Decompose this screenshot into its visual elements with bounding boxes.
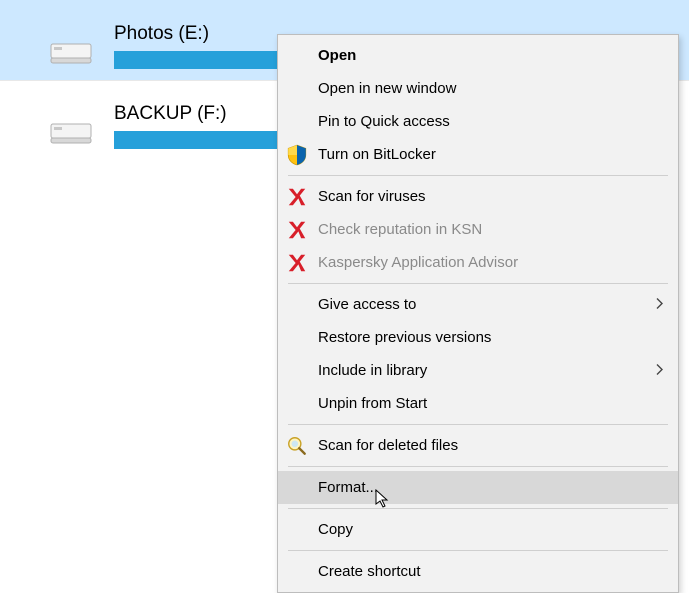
context-menu: Open Open in new window Pin to Quick acc… <box>277 34 679 593</box>
menu-item-open-new-window[interactable]: Open in new window <box>278 72 678 105</box>
menu-item-restore-versions[interactable]: Restore previous versions <box>278 321 678 354</box>
menu-item-open[interactable]: Open <box>278 39 678 72</box>
menu-label: Kaspersky Application Advisor <box>318 254 662 271</box>
menu-item-kaspersky-advisor: Kaspersky Application Advisor <box>278 246 678 279</box>
shield-icon <box>286 144 308 166</box>
menu-label: Restore previous versions <box>318 329 662 346</box>
menu-separator <box>288 466 668 467</box>
menu-item-pin-quick-access[interactable]: Pin to Quick access <box>278 105 678 138</box>
menu-item-copy[interactable]: Copy <box>278 513 678 546</box>
drive-icon <box>50 117 92 145</box>
menu-item-create-shortcut[interactable]: Create shortcut <box>278 555 678 588</box>
drive-icon <box>50 37 92 65</box>
blank-icon <box>286 294 308 316</box>
blank-icon <box>286 561 308 583</box>
blank-icon <box>286 477 308 499</box>
menu-label: Scan for deleted files <box>318 437 662 454</box>
menu-separator <box>288 175 668 176</box>
blank-icon <box>286 393 308 415</box>
menu-item-bitlocker[interactable]: Turn on BitLocker <box>278 138 678 171</box>
menu-label: Unpin from Start <box>318 395 662 412</box>
menu-label: Open <box>318 47 662 64</box>
menu-item-format[interactable]: Format... <box>278 471 678 504</box>
menu-label: Open in new window <box>318 80 662 97</box>
kaspersky-icon <box>286 186 308 208</box>
kaspersky-icon <box>286 219 308 241</box>
menu-separator <box>288 283 668 284</box>
menu-separator <box>288 508 668 509</box>
menu-item-include-library[interactable]: Include in library <box>278 354 678 387</box>
menu-label: Turn on BitLocker <box>318 146 662 163</box>
menu-item-scan-deleted[interactable]: Scan for deleted files <box>278 429 678 462</box>
menu-label: Pin to Quick access <box>318 113 662 130</box>
menu-separator <box>288 550 668 551</box>
menu-label: Copy <box>318 521 662 538</box>
menu-item-scan-viruses[interactable]: Scan for viruses <box>278 180 678 213</box>
menu-label: Create shortcut <box>318 563 662 580</box>
blank-icon <box>286 327 308 349</box>
blank-icon <box>286 360 308 382</box>
menu-label: Check reputation in KSN <box>318 221 662 238</box>
menu-label: Scan for viruses <box>318 188 662 205</box>
magnifier-icon <box>286 435 308 457</box>
menu-item-give-access[interactable]: Give access to <box>278 288 678 321</box>
menu-separator <box>288 424 668 425</box>
chevron-right-icon <box>656 362 664 379</box>
blank-icon <box>286 78 308 100</box>
menu-item-unpin-start[interactable]: Unpin from Start <box>278 387 678 420</box>
menu-label: Include in library <box>318 362 662 379</box>
blank-icon <box>286 45 308 67</box>
menu-item-check-ksn: Check reputation in KSN <box>278 213 678 246</box>
blank-icon <box>286 519 308 541</box>
menu-label: Give access to <box>318 296 662 313</box>
blank-icon <box>286 111 308 133</box>
kaspersky-icon <box>286 252 308 274</box>
menu-label: Format... <box>318 479 662 496</box>
chevron-right-icon <box>656 296 664 313</box>
